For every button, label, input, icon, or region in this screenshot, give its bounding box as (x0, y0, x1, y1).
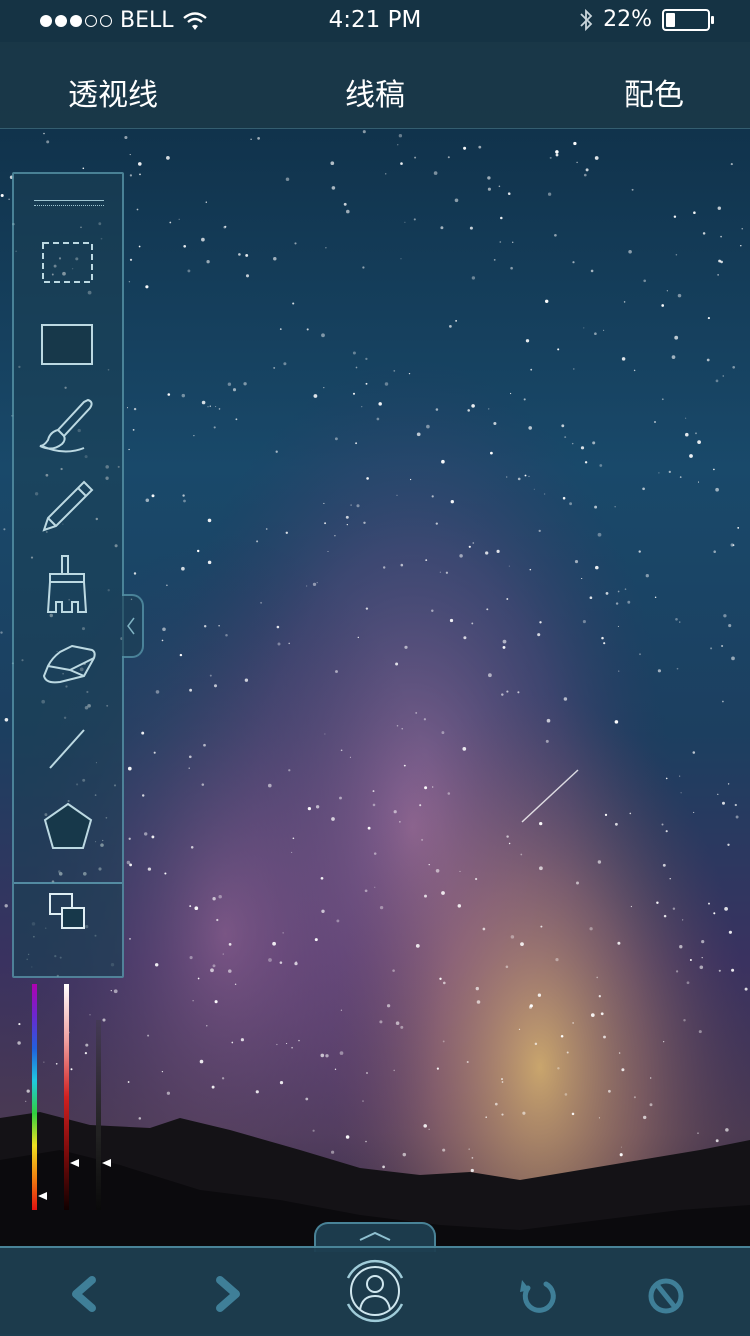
pencil-tool[interactable] (34, 476, 102, 536)
layers-icon (49, 893, 85, 929)
hue-slider-thumb[interactable] (38, 1192, 47, 1201)
reset-button[interactable] (644, 1274, 688, 1318)
opacity-slider-thumb[interactable] (102, 1158, 111, 1167)
chevron-up-icon (359, 1231, 391, 1241)
back-arrow-icon (72, 1276, 96, 1312)
polygon-tool[interactable] (34, 798, 102, 858)
profile-icon (346, 1259, 404, 1323)
reset-icon (648, 1278, 684, 1314)
back-button[interactable] (66, 1274, 102, 1314)
undo-button[interactable] (516, 1274, 560, 1318)
profile-button[interactable] (336, 1252, 414, 1330)
tool-palette (12, 172, 124, 978)
pentagon-icon (43, 802, 93, 849)
palette-collapse-tab[interactable] (122, 594, 144, 658)
lightness-slider[interactable] (64, 984, 69, 1210)
status-bar: BELL 4:21 PM 22% (0, 0, 750, 42)
battery-percent: 22% (603, 7, 652, 32)
flat-brush-tool[interactable] (34, 554, 102, 614)
pencil-icon (42, 480, 94, 532)
line-icon (49, 729, 85, 769)
marquee-select-icon (42, 242, 93, 283)
opacity-slider[interactable] (96, 1020, 101, 1210)
mode-tab-bar: 透视线 线稿 配色 (0, 42, 750, 129)
layers-tool[interactable] (34, 888, 102, 948)
forward-arrow-icon (216, 1276, 240, 1312)
eraser-icon (42, 644, 96, 684)
status-right: 22% (579, 7, 714, 32)
undo-icon (520, 1280, 556, 1313)
hue-slider[interactable] (32, 984, 37, 1210)
tab-color-scheme[interactable]: 配色 (624, 70, 684, 114)
line-tool[interactable] (34, 720, 102, 780)
rectangle-tool[interactable] (34, 314, 102, 374)
brush-icon (39, 398, 93, 453)
chevron-left-icon (127, 617, 135, 635)
marquee-select-tool[interactable] (34, 232, 102, 292)
bluetooth-icon (580, 8, 593, 31)
rectangle-icon (41, 324, 93, 365)
brush-tool[interactable] (34, 394, 102, 454)
flat-brush-icon (46, 555, 88, 613)
palette-drag-handle[interactable] (34, 200, 104, 206)
forward-button[interactable] (210, 1274, 246, 1314)
battery-icon (662, 8, 714, 31)
eraser-tool[interactable] (34, 636, 102, 696)
lightness-slider-thumb[interactable] (70, 1158, 79, 1167)
